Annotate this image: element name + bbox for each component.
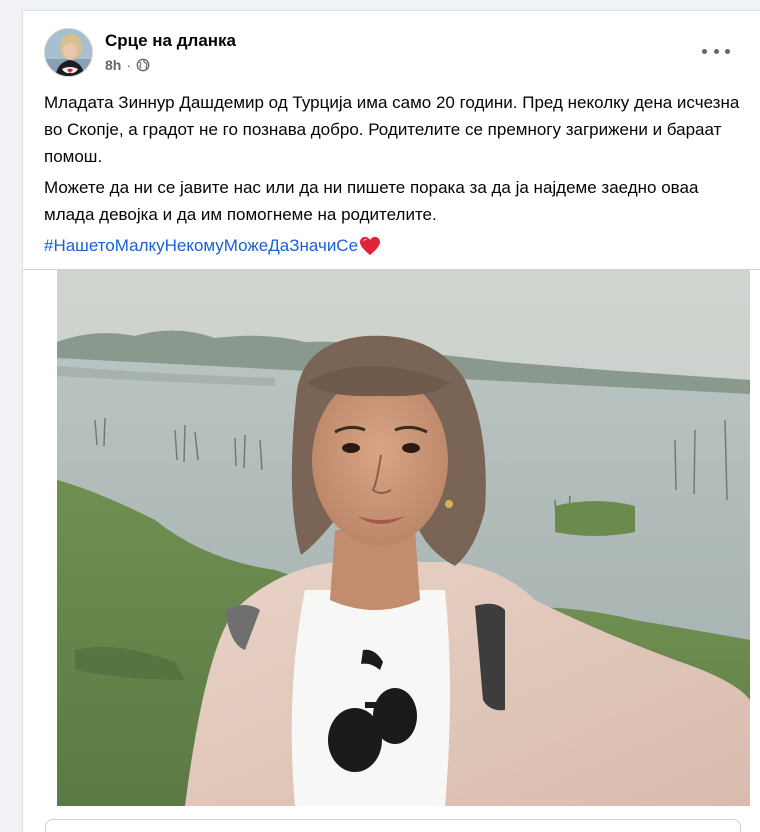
globe-icon [136, 58, 150, 72]
post-card: Срце на дланка 8h · Младата Зиннур Дашде… [22, 10, 760, 832]
post-paragraph-2: Можете да ни се јавите нас или да ни пиш… [44, 178, 699, 224]
post-paragraph-1: Младата Зиннур Дашдемир од Турција има с… [44, 93, 740, 166]
author-name[interactable]: Срце на дланка [105, 31, 236, 51]
post-timestamp[interactable]: 8h [105, 57, 121, 73]
meta-separator: · [126, 57, 132, 73]
hashtag-text[interactable]: #НашетоМалкуНекомуМожеДаЗначиСе [44, 232, 358, 259]
author-avatar[interactable] [44, 28, 93, 77]
avatar-image [45, 29, 92, 76]
more-options-icon[interactable] [702, 39, 730, 63]
post-header: Срце на дланка 8h · [23, 11, 760, 83]
post-photo[interactable] [35, 270, 750, 806]
hashtag-link[interactable]: #НашетоМалкуНекомуМожеДаЗначиСе [44, 232, 381, 259]
red-heart-icon [360, 236, 381, 255]
post-meta: 8h · [105, 57, 150, 73]
selfie-photo-image [35, 270, 750, 806]
comment-box[interactable] [45, 819, 741, 832]
